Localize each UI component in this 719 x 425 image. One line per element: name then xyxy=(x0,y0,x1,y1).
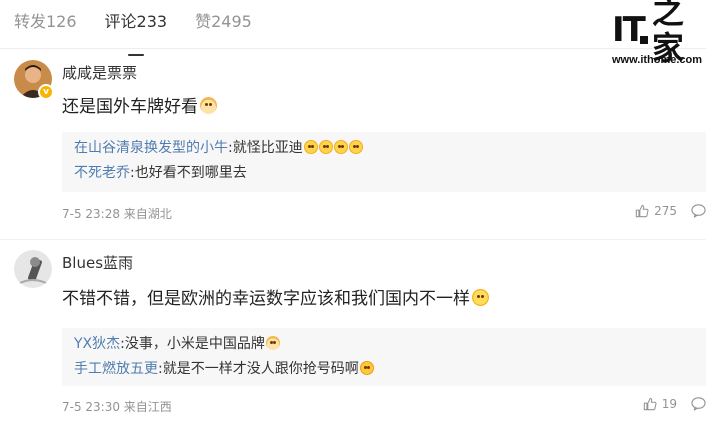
username[interactable]: Blues蓝雨 xyxy=(62,252,133,274)
thumbs-up-icon xyxy=(635,204,649,218)
ithome-watermark: IT 之家 www.ithome.com xyxy=(612,0,708,66)
doge-emoji-icon xyxy=(265,336,280,350)
reply-text: :也好看不到哪里去 xyxy=(130,165,247,181)
cry-emoji-icon xyxy=(348,140,363,154)
like-button[interactable]: 19 xyxy=(643,397,677,411)
cry-emoji-icon xyxy=(303,140,318,154)
thumbs-up-icon xyxy=(643,397,657,411)
cry-emoji-icon xyxy=(318,140,333,154)
doge-emoji-icon xyxy=(200,97,217,114)
logo-it-text: IT xyxy=(612,10,648,50)
username[interactable]: 咸咸是票票 xyxy=(62,62,137,84)
reply-author[interactable]: YX狄杰 xyxy=(74,336,120,352)
verified-badge-icon: v xyxy=(38,84,54,100)
comment-item: Blues蓝雨 不错不错，但是欧洲的幸运数字应该和我们国内不一样 YX狄杰:没事… xyxy=(14,250,706,420)
comment-actions: 19 xyxy=(643,397,706,411)
reply-item: YX狄杰:没事，小米是中国品牌 xyxy=(74,332,694,357)
comment-divider xyxy=(0,239,706,240)
avatar[interactable] xyxy=(14,250,52,288)
like-count: 19 xyxy=(661,397,677,411)
comment-meta: 7-5 23:30 来自江西 xyxy=(62,400,172,414)
tab-likes[interactable]: 赞2495 xyxy=(195,8,252,48)
like-button[interactable]: 275 xyxy=(635,204,677,218)
comment-text: 不错不错，但是欧洲的幸运数字应该和我们国内不一样 xyxy=(62,286,489,312)
reply-item: 不死老乔:也好看不到哪里去 xyxy=(74,161,694,186)
comment-tabs: 转发126 评论233 赞2495 xyxy=(14,8,252,48)
reply-item: 在山谷清泉换发型的小牛:就怪比亚迪 xyxy=(74,136,694,161)
like-count: 275 xyxy=(654,204,677,218)
reply-text: :就怪比亚迪 xyxy=(228,140,303,156)
laugh-emoji-icon xyxy=(359,361,374,375)
reply-list: 在山谷清泉换发型的小牛:就怪比亚迪 不死老乔:也好看不到哪里去 xyxy=(62,132,706,192)
comment-bubble-icon[interactable] xyxy=(691,204,706,218)
reply-author[interactable]: 不死老乔 xyxy=(74,165,130,181)
reply-item: 手工燃放五更:就是不一样才没人跟你抢号码啊 xyxy=(74,357,694,382)
tab-comments[interactable]: 评论233 xyxy=(105,8,168,48)
comment-actions: 275 xyxy=(635,204,706,218)
ithome-logo: IT 之家 xyxy=(612,0,708,66)
cry-emoji-icon xyxy=(333,140,348,154)
comment-text: 还是国外车牌好看 xyxy=(62,94,217,120)
shy-emoji-icon xyxy=(472,289,489,306)
reply-list: YX狄杰:没事，小米是中国品牌 手工燃放五更:就是不一样才没人跟你抢号码啊 xyxy=(62,328,706,386)
tabs-divider xyxy=(0,48,706,49)
reply-author[interactable]: 在山谷清泉换发型的小牛 xyxy=(74,140,228,156)
reply-text: :就是不一样才没人跟你抢号码啊 xyxy=(158,361,359,377)
reply-author[interactable]: 手工燃放五更 xyxy=(74,361,158,377)
tab-reposts[interactable]: 转发126 xyxy=(14,8,77,48)
comment-text-body: 不错不错，但是欧洲的幸运数字应该和我们国内不一样 xyxy=(62,289,470,309)
comment-item: v 咸咸是票票 还是国外车牌好看 在山谷清泉换发型的小牛:就怪比亚迪 不死老乔:… xyxy=(14,60,706,232)
reply-text: :没事，小米是中国品牌 xyxy=(120,336,265,352)
comment-meta: 7-5 23:28 来自湖北 xyxy=(62,207,172,221)
comment-text-body: 还是国外车牌好看 xyxy=(62,97,198,117)
comment-bubble-icon[interactable] xyxy=(691,397,706,411)
